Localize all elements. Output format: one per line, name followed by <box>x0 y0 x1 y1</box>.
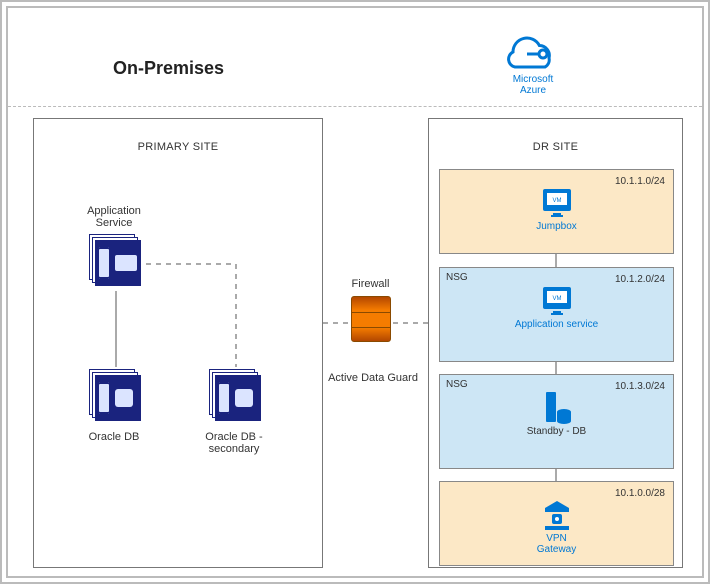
diagram-canvas: On-Premises Microsoft Azure PRIMARY SITE… <box>6 6 704 578</box>
firewall-icon <box>351 296 391 342</box>
standby-label: Standby - DB <box>527 427 586 438</box>
azure-label-line2: Azure <box>520 85 546 96</box>
subnet-vpn-gateway: 10.1.0.0/28 VPN Gateway <box>439 481 674 566</box>
outer-frame: On-Premises Microsoft Azure PRIMARY SITE… <box>0 0 710 584</box>
subnet-jumpbox: 10.1.1.0/24 VM Jumpbox <box>439 169 674 254</box>
svg-text:VM: VM <box>552 296 561 302</box>
oracle-db-secondary-icon <box>209 369 259 419</box>
jumpbox-label: Jumpbox <box>536 222 577 233</box>
db-server-icon <box>540 391 574 425</box>
standby-nsg: NSG <box>446 379 468 390</box>
vpn-gateway-icon <box>540 498 574 532</box>
active-data-guard-label: Active Data Guard <box>318 372 428 384</box>
cloud-icon <box>505 30 561 70</box>
appservice-label: Application service <box>515 320 598 331</box>
oracle-db-secondary-label: Oracle DB - secondary <box>189 431 279 455</box>
application-service-icon <box>89 234 139 284</box>
gateway-label-l1: VPN <box>546 533 567 544</box>
primary-site-title: PRIMARY SITE <box>34 119 322 153</box>
azure-label-line1: Microsoft <box>513 74 554 85</box>
firewall: Firewall <box>333 278 408 342</box>
vm-icon: VM <box>540 284 574 318</box>
region-divider <box>8 106 702 107</box>
dr-site-box: DR SITE 10.1.1.0/24 VM Jumpbox NSG 10.1.… <box>428 118 683 568</box>
vm-icon: VM <box>540 186 574 220</box>
subnet-appservice: NSG 10.1.2.0/24 VM Application service <box>439 267 674 362</box>
appservice-nsg: NSG <box>446 272 468 283</box>
oracle-db-label: Oracle DB <box>69 431 159 443</box>
on-premises-title: On-Premises <box>113 58 224 79</box>
dr-site-title: DR SITE <box>429 119 682 153</box>
subnet-standby-db: NSG 10.1.3.0/24 Standby - DB <box>439 374 674 469</box>
firewall-label: Firewall <box>333 278 408 290</box>
primary-site-box: PRIMARY SITE Application Service Oracle … <box>33 118 323 568</box>
application-service-label: Application Service <box>69 205 159 229</box>
svg-text:VM: VM <box>552 198 561 204</box>
gateway-label-l2: Gateway <box>537 544 576 555</box>
oracle-db-icon <box>89 369 139 419</box>
azure-cloud-icon: Microsoft Azure <box>498 30 568 96</box>
